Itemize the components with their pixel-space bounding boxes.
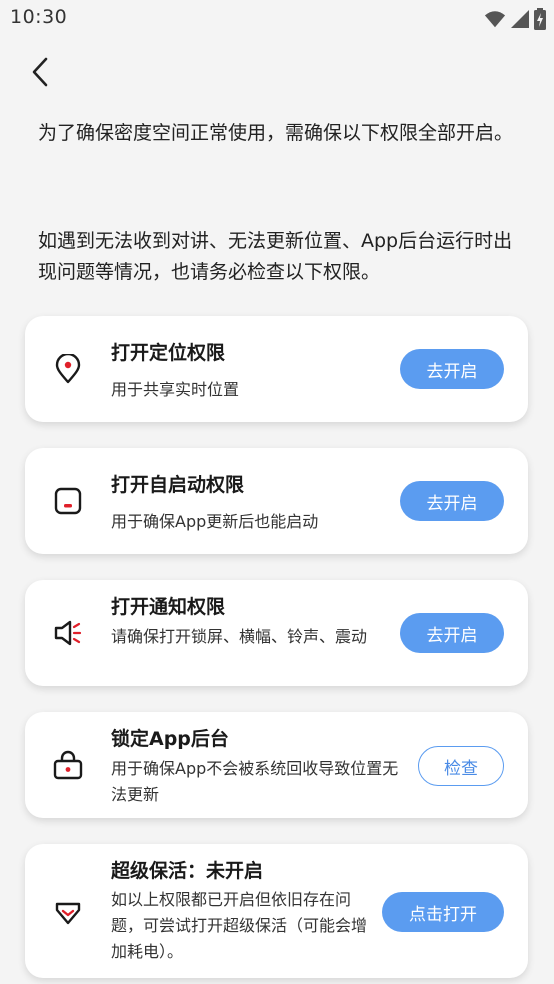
card-title: 打开通知权限 bbox=[111, 596, 226, 618]
status-bar: 10:30 bbox=[0, 0, 554, 38]
card-title: 打开自启动权限 bbox=[111, 474, 245, 496]
card-description: 用于确保App不会被系统回收导致位置无法更新 bbox=[111, 759, 399, 804]
enable-autostart-button[interactable]: 去开启 bbox=[400, 481, 504, 521]
intro-paragraph-2: 如遇到无法收到对讲、无法更新位置、App后台运行时出现问题等情况，也请务必检查以… bbox=[38, 230, 513, 283]
enable-super-keepalive-button[interactable]: 点击打开 bbox=[382, 892, 504, 932]
permission-card-autostart: 打开自启动权限 用于确保App更新后也能启动 去开启 bbox=[25, 448, 528, 554]
enable-notification-button[interactable]: 去开启 bbox=[400, 613, 504, 653]
wifi-icon bbox=[484, 11, 506, 28]
check-lock-app-button[interactable]: 检查 bbox=[418, 746, 504, 786]
permission-card-super-keepalive: 超级保活：未开启 如以上权限都已开启但依旧存在问题，可尝试打开超级保活（可能会增… bbox=[25, 844, 528, 978]
permission-card-location: 打开定位权限 用于共享实时位置 去开启 bbox=[25, 316, 528, 422]
card-description: 请确保打开锁屏、横幅、铃声、震动 bbox=[111, 627, 368, 646]
lock-icon bbox=[53, 750, 83, 780]
intro-paragraph-1: 为了确保密度空间正常使用，需确保以下权限全部开启。 bbox=[38, 122, 514, 144]
permission-card-lock-app: 锁定App后台 用于确保App不会被系统回收导致位置无法更新 检查 bbox=[25, 712, 528, 818]
status-icons bbox=[484, 8, 546, 30]
gem-icon bbox=[53, 897, 83, 927]
card-description: 用于确保App更新后也能启动 bbox=[111, 512, 319, 531]
card-description: 用于共享实时位置 bbox=[111, 380, 240, 399]
battery-icon bbox=[534, 8, 546, 30]
signal-icon bbox=[511, 10, 529, 28]
auto-start-icon bbox=[53, 486, 83, 516]
back-button[interactable] bbox=[22, 52, 58, 92]
location-pin-icon bbox=[53, 354, 83, 384]
card-description: 如以上权限都已开启但依旧存在问题，可尝试打开超级保活（可能会增加耗电）。 bbox=[111, 890, 368, 961]
card-title: 超级保活：未开启 bbox=[111, 860, 264, 882]
enable-location-button[interactable]: 去开启 bbox=[400, 349, 504, 389]
speaker-icon bbox=[53, 618, 83, 648]
status-time: 10:30 bbox=[10, 6, 68, 28]
card-title: 锁定App后台 bbox=[111, 728, 229, 750]
permission-card-notification: 打开通知权限 请确保打开锁屏、横幅、铃声、震动 去开启 bbox=[25, 580, 528, 686]
chevron-left-icon bbox=[32, 57, 48, 87]
card-title: 打开定位权限 bbox=[111, 342, 226, 364]
